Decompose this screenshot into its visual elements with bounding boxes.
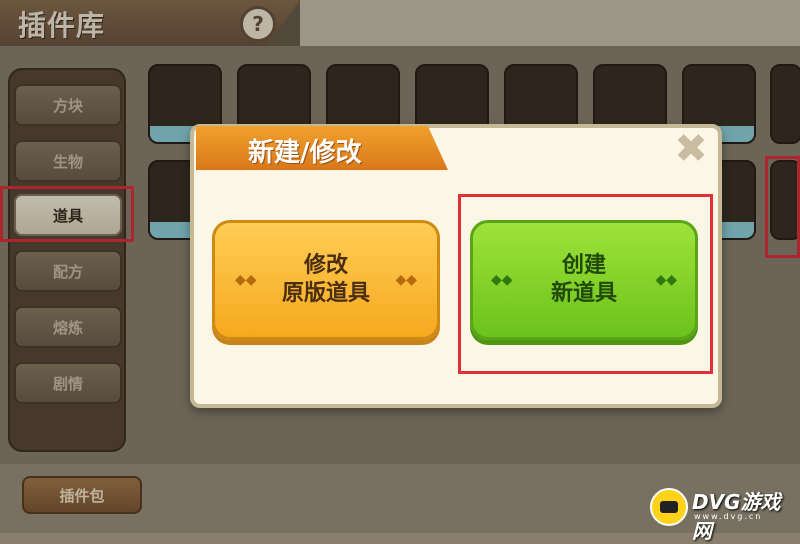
modify-button-line1: 修改 — [303, 253, 348, 278]
highlight-box-create — [458, 194, 713, 374]
diamond-deco-icon: ◆◆ — [395, 272, 417, 288]
watermark-site: www.dvg.cn — [694, 512, 763, 521]
diamond-deco-icon: ◆◆ — [235, 272, 257, 288]
modify-button-line2: 原版道具 — [281, 281, 370, 306]
dialog-title-tab: 新建/修改 — [196, 126, 448, 170]
watermark: DVG游戏网 www.dvg.cn — [650, 484, 800, 543]
gamepad-icon — [650, 488, 688, 526]
modify-button-label: 修改 原版道具 — [282, 252, 370, 308]
dialog-title: 新建/修改 — [248, 138, 362, 168]
modify-original-item-button[interactable]: ◆◆ 修改 原版道具 ◆◆ — [212, 220, 440, 340]
close-icon[interactable]: ✖ — [672, 129, 710, 169]
